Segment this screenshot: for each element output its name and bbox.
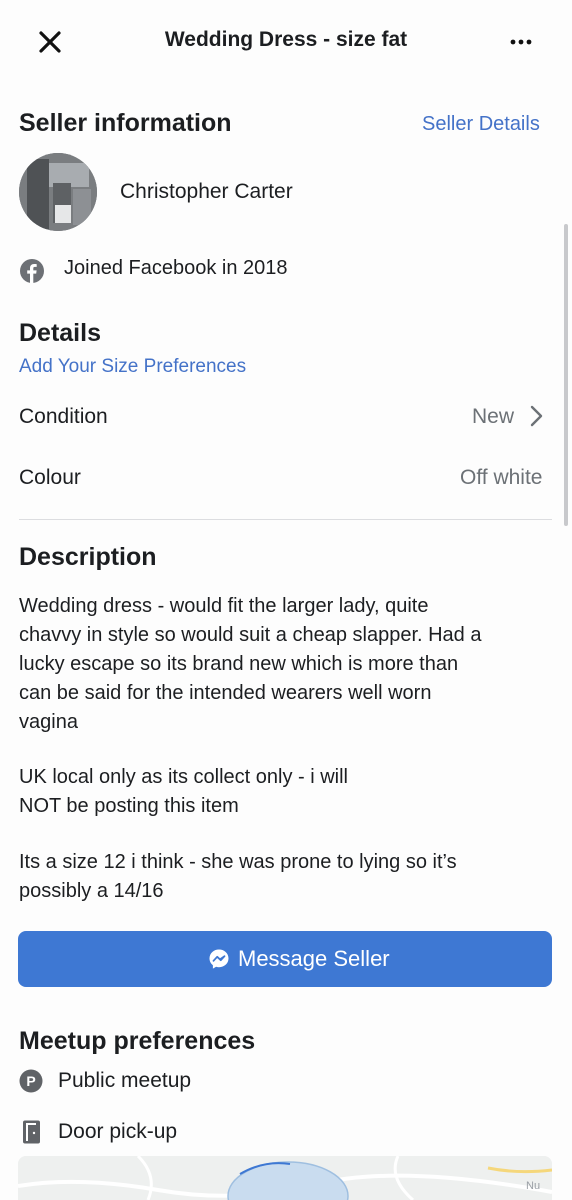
seller-name[interactable]: Christopher Carter [120,180,293,204]
description-paragraph-3: Its a size 12 i think - she was prone to… [19,848,559,906]
message-seller-label: Message Seller [238,946,390,971]
description-line: possibly a 14/16 [19,880,164,902]
description-line: Its a size 12 i think - she was prone to… [19,851,457,873]
scrollbar[interactable] [564,224,568,526]
seller-info-heading: Seller information [19,109,232,137]
listing-page: Wedding Dress - size fat Seller informat… [0,0,572,1200]
avatar[interactable] [19,153,97,231]
description-paragraph-1: Wedding dress - would fit the larger lad… [19,592,559,737]
description-line: UK local only as its collect only - i wi… [19,766,348,788]
page-title: Wedding Dress - size fat [164,28,408,51]
description-line: can be said for the intended wearers wel… [19,682,432,704]
public-meetup-icon: P [19,1069,43,1095]
door-icon [21,1119,45,1145]
description-paragraph-2: UK local only as its collect only - i wi… [19,763,559,821]
joined-date: Joined Facebook in 2018 [64,257,288,279]
public-meetup-label: Public meetup [58,1069,192,1092]
door-pickup-label: Door pick-up [58,1120,178,1143]
meetup-heading: Meetup preferences [19,1027,256,1055]
seller-details-link[interactable]: Seller Details [422,113,540,136]
description-line: vagina [19,711,78,733]
section-divider [19,519,552,520]
description-line: lucky escape so its brand new which is m… [19,653,459,675]
more-options-button[interactable] [504,32,538,52]
header-bar: Wedding Dress - size fat [0,0,572,82]
map-place-label: Nu [526,1180,541,1192]
condition-value[interactable]: New [472,405,514,429]
colour-value: Off white [460,466,543,489]
condition-label: Condition [19,405,108,428]
chevron-right-icon[interactable] [528,403,546,429]
svg-text:P: P [26,1073,35,1089]
message-seller-button[interactable]: Message Seller [18,931,552,987]
description-heading: Description [19,543,157,571]
avatar-photo [19,153,97,231]
description-line: chavvy in style so would suit a cheap sl… [19,624,482,646]
details-heading: Details [19,319,101,347]
map-graphic [18,1156,552,1200]
location-map[interactable]: Nu [18,1156,552,1200]
description-line: Wedding dress - would fit the larger lad… [19,595,429,617]
description-line: NOT be posting this item [19,795,239,817]
messenger-icon [208,948,230,970]
more-icon [510,39,532,45]
colour-label: Colour [19,466,81,489]
size-preferences-link[interactable]: Add Your Size Preferences [19,356,246,378]
facebook-icon [19,258,45,284]
